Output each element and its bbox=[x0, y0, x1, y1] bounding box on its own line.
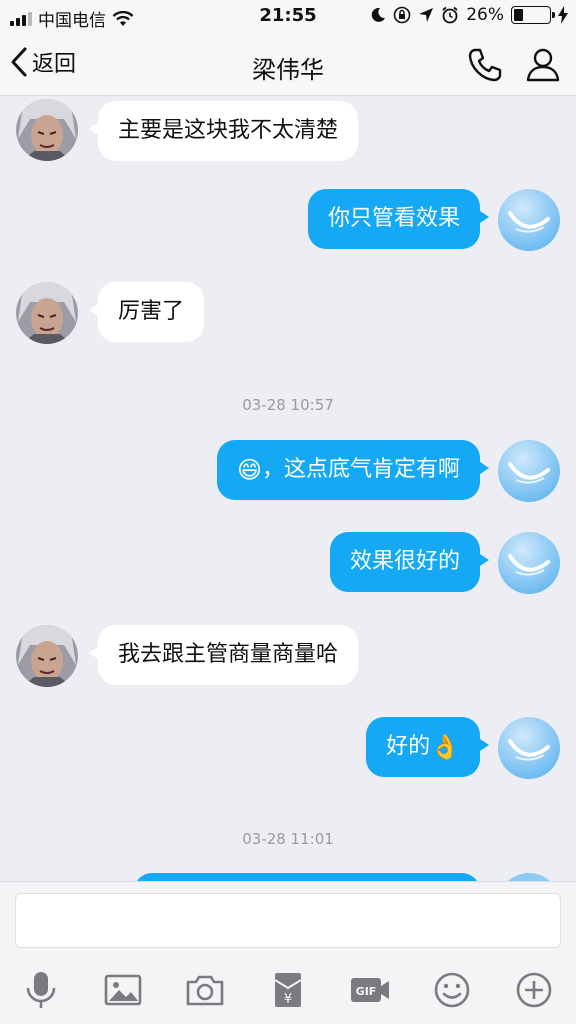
message-bubble-incoming[interactable]: 我去跟主管商量商量哈 bbox=[88, 625, 359, 685]
profile-icon[interactable] bbox=[524, 45, 562, 83]
message-input[interactable] bbox=[15, 893, 561, 948]
red-packet-icon[interactable]: ¥ bbox=[266, 968, 310, 1012]
plus-icon[interactable] bbox=[512, 968, 556, 1012]
timestamp: 03-28 11:01 bbox=[242, 830, 334, 848]
message-bubble-outgoing[interactable] bbox=[134, 873, 480, 881]
phone-icon[interactable] bbox=[466, 46, 504, 84]
message-text: 厉害了 bbox=[118, 299, 185, 324]
chat-area[interactable]: 主要是这块我不太清楚 你只管看效果 厉害了 03-28 10:57 😄，这点底气… bbox=[0, 97, 576, 881]
contact-avatar[interactable] bbox=[16, 625, 78, 687]
location-icon bbox=[419, 8, 434, 22]
message-text: 效果很好的 bbox=[349, 549, 460, 574]
rotation-lock-icon bbox=[393, 6, 411, 24]
my-avatar[interactable] bbox=[498, 440, 560, 502]
message-text: 主要是这块我不太清楚 bbox=[118, 118, 339, 143]
my-avatar[interactable] bbox=[498, 532, 560, 594]
ok-hand-emoji-icon: 👌 bbox=[430, 733, 460, 761]
microphone-icon[interactable] bbox=[19, 968, 63, 1012]
svg-text:GIF: GIF bbox=[356, 985, 377, 998]
message-text: 你只管看效果 bbox=[327, 206, 460, 231]
timestamp: 03-28 10:57 bbox=[242, 396, 334, 414]
message-text: 好的 bbox=[386, 734, 431, 759]
input-area: ¥ GIF bbox=[0, 881, 576, 1024]
message-bubble-incoming[interactable]: 主要是这块我不太清楚 bbox=[88, 101, 359, 161]
camera-icon[interactable] bbox=[183, 968, 227, 1012]
message-bubble-outgoing[interactable]: 你只管看效果 bbox=[307, 189, 490, 249]
contact-avatar[interactable] bbox=[16, 99, 78, 161]
battery-icon bbox=[511, 6, 555, 24]
grinning-emoji-icon: 😄 bbox=[236, 456, 262, 484]
moon-icon bbox=[371, 7, 386, 22]
image-icon[interactable] bbox=[101, 968, 145, 1012]
battery-percent: 26% bbox=[466, 5, 504, 25]
message-bubble-incoming[interactable]: 厉害了 bbox=[88, 282, 205, 342]
message-text: ，这点底气肯定有啊 bbox=[261, 457, 460, 482]
contact-avatar[interactable] bbox=[16, 282, 78, 344]
my-avatar[interactable] bbox=[498, 189, 560, 251]
message-text: 我去跟主管商量商量哈 bbox=[118, 642, 339, 667]
navigation-bar: 返回 梁伟华 bbox=[0, 34, 576, 96]
message-bubble-outgoing[interactable]: 😄，这点底气肯定有啊 bbox=[216, 440, 490, 500]
input-toolbar: ¥ GIF bbox=[0, 962, 576, 1018]
message-bubble-outgoing[interactable]: 效果很好的 bbox=[329, 532, 490, 592]
message-bubble-outgoing[interactable]: 好的👌 bbox=[366, 717, 489, 777]
emoji-icon[interactable] bbox=[430, 968, 474, 1012]
my-avatar[interactable] bbox=[498, 717, 560, 779]
gif-icon[interactable]: GIF bbox=[348, 968, 392, 1012]
charging-icon bbox=[558, 6, 568, 24]
my-avatar[interactable] bbox=[498, 873, 560, 881]
svg-text:¥: ¥ bbox=[284, 992, 292, 1007]
alarm-icon bbox=[442, 6, 458, 24]
status-bar: 中国电信 21:55 26% bbox=[0, 0, 576, 34]
